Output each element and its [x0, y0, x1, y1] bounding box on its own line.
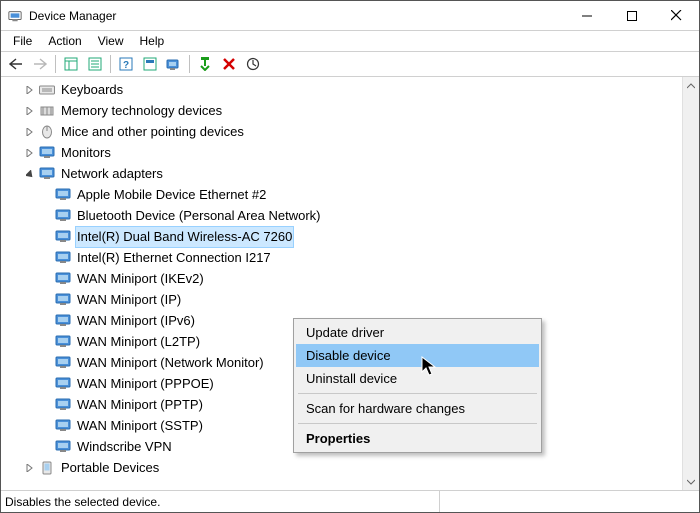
network-adapter-icon [55, 418, 71, 434]
tree-label: Monitors [59, 143, 113, 163]
status-spacer [446, 491, 689, 512]
tree-item-net-ip[interactable]: WAN Miniport (IP) [5, 289, 699, 310]
scroll-up-icon[interactable] [683, 77, 700, 94]
enable-button[interactable] [194, 53, 216, 75]
help-button[interactable]: ? [115, 53, 137, 75]
network-adapter-icon [55, 313, 71, 329]
maximize-button[interactable] [609, 1, 654, 30]
tree-label: Bluetooth Device (Personal Area Network) [75, 206, 323, 226]
title-bar: Device Manager [1, 1, 699, 31]
tree-item-net-bluetooth[interactable]: Bluetooth Device (Personal Area Network) [5, 205, 699, 226]
menu-action[interactable]: Action [40, 32, 89, 50]
menu-file[interactable]: File [5, 32, 40, 50]
tree-item-network-adapters[interactable]: Network adapters [5, 163, 699, 184]
window-title: Device Manager [29, 9, 564, 23]
tree-item-net-intel-eth[interactable]: Intel(R) Ethernet Connection I217 [5, 247, 699, 268]
tree-item-net-intel-wifi[interactable]: Intel(R) Dual Band Wireless-AC 7260 [5, 226, 699, 247]
menu-help[interactable]: Help [132, 32, 173, 50]
tree-label: Network adapters [59, 164, 165, 184]
expander-collapsed-icon[interactable] [23, 146, 37, 160]
tree-label: Mice and other pointing devices [59, 122, 246, 142]
network-adapter-icon [55, 439, 71, 455]
network-adapter-icon [55, 208, 71, 224]
status-text: Disables the selected device. [5, 491, 440, 512]
ctx-properties[interactable]: Properties [296, 427, 539, 450]
vertical-scrollbar[interactable] [682, 77, 699, 490]
tree-label: Apple Mobile Device Ethernet #2 [75, 185, 268, 205]
network-adapter-icon [55, 229, 71, 245]
tree-item-mice[interactable]: Mice and other pointing devices [5, 121, 699, 142]
disable-button[interactable] [218, 53, 240, 75]
mouse-icon [39, 124, 55, 140]
status-bar: Disables the selected device. [1, 491, 699, 512]
tree-label: WAN Miniport (IKEv2) [75, 269, 206, 289]
tree-label: WAN Miniport (IPv6) [75, 311, 197, 331]
close-button[interactable] [654, 1, 699, 30]
tree-label: Portable Devices [59, 458, 161, 478]
network-adapter-icon [55, 334, 71, 350]
tree-label: WAN Miniport (PPPOE) [75, 374, 216, 394]
menu-bar: File Action View Help [1, 31, 699, 51]
scan-hardware-button[interactable] [163, 53, 185, 75]
tree-label: WAN Miniport (Network Monitor) [75, 353, 266, 373]
tree-label: Intel(R) Ethernet Connection I217 [75, 248, 273, 268]
memory-icon [39, 103, 55, 119]
tree-item-memory-tech[interactable]: Memory technology devices [5, 100, 699, 121]
action-button[interactable] [139, 53, 161, 75]
expander-collapsed-icon[interactable] [23, 104, 37, 118]
network-adapter-icon [55, 355, 71, 371]
tree-item-net-ikev2[interactable]: WAN Miniport (IKEv2) [5, 268, 699, 289]
forward-button[interactable] [29, 53, 51, 75]
expander-collapsed-icon[interactable] [23, 83, 37, 97]
tree-label: WAN Miniport (SSTP) [75, 416, 205, 436]
toolbar-separator [189, 55, 190, 73]
network-adapter-icon [55, 397, 71, 413]
back-button[interactable] [5, 53, 27, 75]
keyboard-icon [39, 82, 55, 98]
window-controls [564, 1, 699, 30]
monitor-icon [39, 145, 55, 161]
tree-label: Memory technology devices [59, 101, 224, 121]
expander-collapsed-icon[interactable] [23, 125, 37, 139]
tree-label: WAN Miniport (L2TP) [75, 332, 202, 352]
network-adapter-icon [55, 292, 71, 308]
toolbar-separator [55, 55, 56, 73]
tree-label: WAN Miniport (PPTP) [75, 395, 205, 415]
ctx-separator [298, 393, 537, 394]
tree-label: Intel(R) Dual Band Wireless-AC 7260 [75, 226, 294, 248]
ctx-scan-hardware[interactable]: Scan for hardware changes [296, 397, 539, 420]
show-hide-console-button[interactable] [60, 53, 82, 75]
network-adapter-icon [39, 166, 55, 182]
app-icon [7, 8, 23, 24]
portable-device-icon [39, 460, 55, 476]
network-adapter-icon [55, 271, 71, 287]
minimize-button[interactable] [564, 1, 609, 30]
tree-label: Windscribe VPN [75, 437, 174, 457]
network-adapter-icon [55, 376, 71, 392]
device-manager-window: Device Manager File Action View Help [0, 0, 700, 513]
tree-item-net-apple[interactable]: Apple Mobile Device Ethernet #2 [5, 184, 699, 205]
ctx-separator [298, 423, 537, 424]
network-adapter-icon [55, 187, 71, 203]
scroll-down-icon[interactable] [683, 473, 700, 490]
expander-collapsed-icon[interactable] [23, 461, 37, 475]
toolbar-separator [110, 55, 111, 73]
tree-label: Keyboards [59, 80, 125, 100]
tree-item-keyboards[interactable]: Keyboards [5, 79, 699, 100]
ctx-disable-device[interactable]: Disable device [296, 344, 539, 367]
expander-expanded-icon[interactable] [23, 167, 37, 181]
ctx-update-driver[interactable]: Update driver [296, 321, 539, 344]
network-adapter-icon [55, 250, 71, 266]
update-driver-button[interactable] [242, 53, 264, 75]
menu-view[interactable]: View [90, 32, 132, 50]
svg-text:?: ? [123, 60, 129, 71]
tree-item-portable-devices[interactable]: Portable Devices [5, 457, 699, 478]
tree-item-monitors[interactable]: Monitors [5, 142, 699, 163]
device-tree-area: Keyboards Memory technology devices Mice… [1, 77, 699, 491]
properties-button[interactable] [84, 53, 106, 75]
context-menu: Update driver Disable device Uninstall d… [293, 318, 542, 453]
toolbar: ? [1, 51, 699, 77]
tree-label: WAN Miniport (IP) [75, 290, 183, 310]
ctx-uninstall-device[interactable]: Uninstall device [296, 367, 539, 390]
